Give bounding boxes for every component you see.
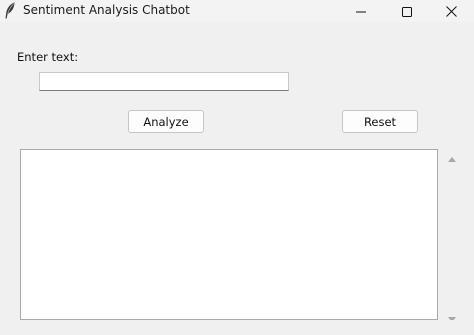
feather-icon — [4, 2, 16, 19]
output-text-area[interactable] — [20, 149, 438, 320]
window-title: Sentiment Analysis Chatbot — [23, 3, 190, 17]
output-scrollbar[interactable] — [442, 149, 462, 322]
enter-text-label: Enter text: — [17, 50, 79, 64]
triangle-down-icon[interactable] — [447, 309, 457, 322]
minimize-icon — [356, 2, 366, 21]
text-entry-field[interactable] — [39, 72, 289, 91]
app-window: Sentiment Analysis Chatbot Enter text: A… — [0, 0, 474, 335]
analyze-button[interactable]: Analyze — [128, 110, 204, 133]
close-icon — [445, 2, 457, 21]
triangle-up-icon[interactable] — [447, 150, 457, 162]
window-bottom-edge — [0, 320, 474, 335]
close-button[interactable] — [428, 0, 474, 22]
maximize-button[interactable] — [384, 0, 430, 22]
maximize-icon — [402, 2, 412, 21]
title-bar[interactable]: Sentiment Analysis Chatbot — [0, 0, 474, 22]
reset-button[interactable]: Reset — [342, 110, 418, 133]
minimize-button[interactable] — [338, 0, 384, 22]
